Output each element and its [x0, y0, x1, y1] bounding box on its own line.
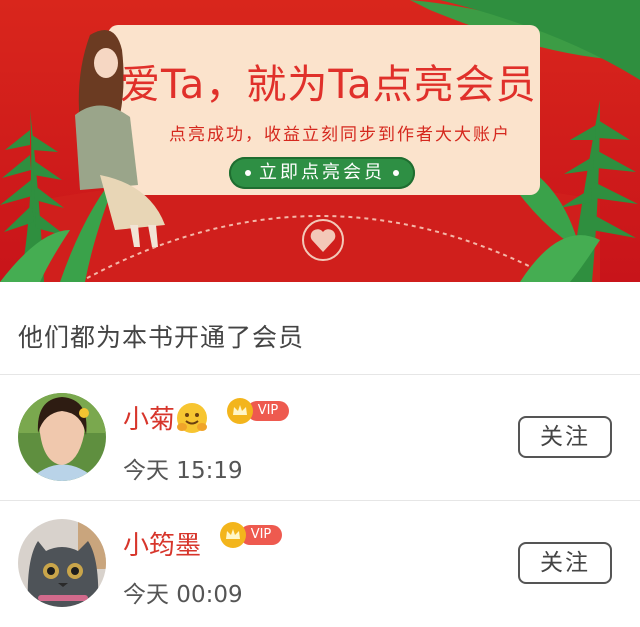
hugging-face-emoji-icon	[177, 403, 208, 433]
member-time: 今天 00:09	[123, 582, 243, 608]
crown-icon	[220, 522, 246, 548]
vip-badge-label: VIP	[247, 401, 289, 421]
member-name[interactable]: 小筠墨	[123, 525, 201, 562]
avatar[interactable]	[18, 393, 106, 481]
vip-badge-label: VIP	[240, 525, 282, 545]
banner-headline: 爱Ta，就为Ta点亮会员	[120, 62, 537, 108]
member-row: 小筠墨 VIP 今天 00:09 关注	[0, 501, 640, 627]
banner-subline: 点亮成功，收益立刻同步到作者大大账户	[169, 125, 511, 145]
promo-banner[interactable]: 爱Ta，就为Ta点亮会员 点亮成功，收益立刻同步到作者大大账户 立即点亮会员	[0, 0, 640, 282]
section-title: 他们都为本书开通了会员	[18, 323, 305, 352]
light-up-membership-button[interactable]: 立即点亮会员	[229, 157, 415, 189]
member-name[interactable]: 小菊	[123, 399, 208, 436]
vip-badge: VIP	[227, 398, 289, 424]
follow-button[interactable]: 关注	[518, 416, 612, 458]
dot-icon	[393, 170, 399, 176]
member-row: 小菊 VIP 今天 15:19 关注	[0, 375, 640, 501]
dot-icon	[245, 170, 251, 176]
member-time: 今天 15:19	[123, 458, 243, 484]
follow-button[interactable]: 关注	[518, 542, 612, 584]
crown-icon	[227, 398, 253, 424]
cta-label: 立即点亮会员	[259, 162, 385, 183]
avatar[interactable]	[18, 519, 106, 607]
vip-badge: VIP	[220, 522, 282, 548]
